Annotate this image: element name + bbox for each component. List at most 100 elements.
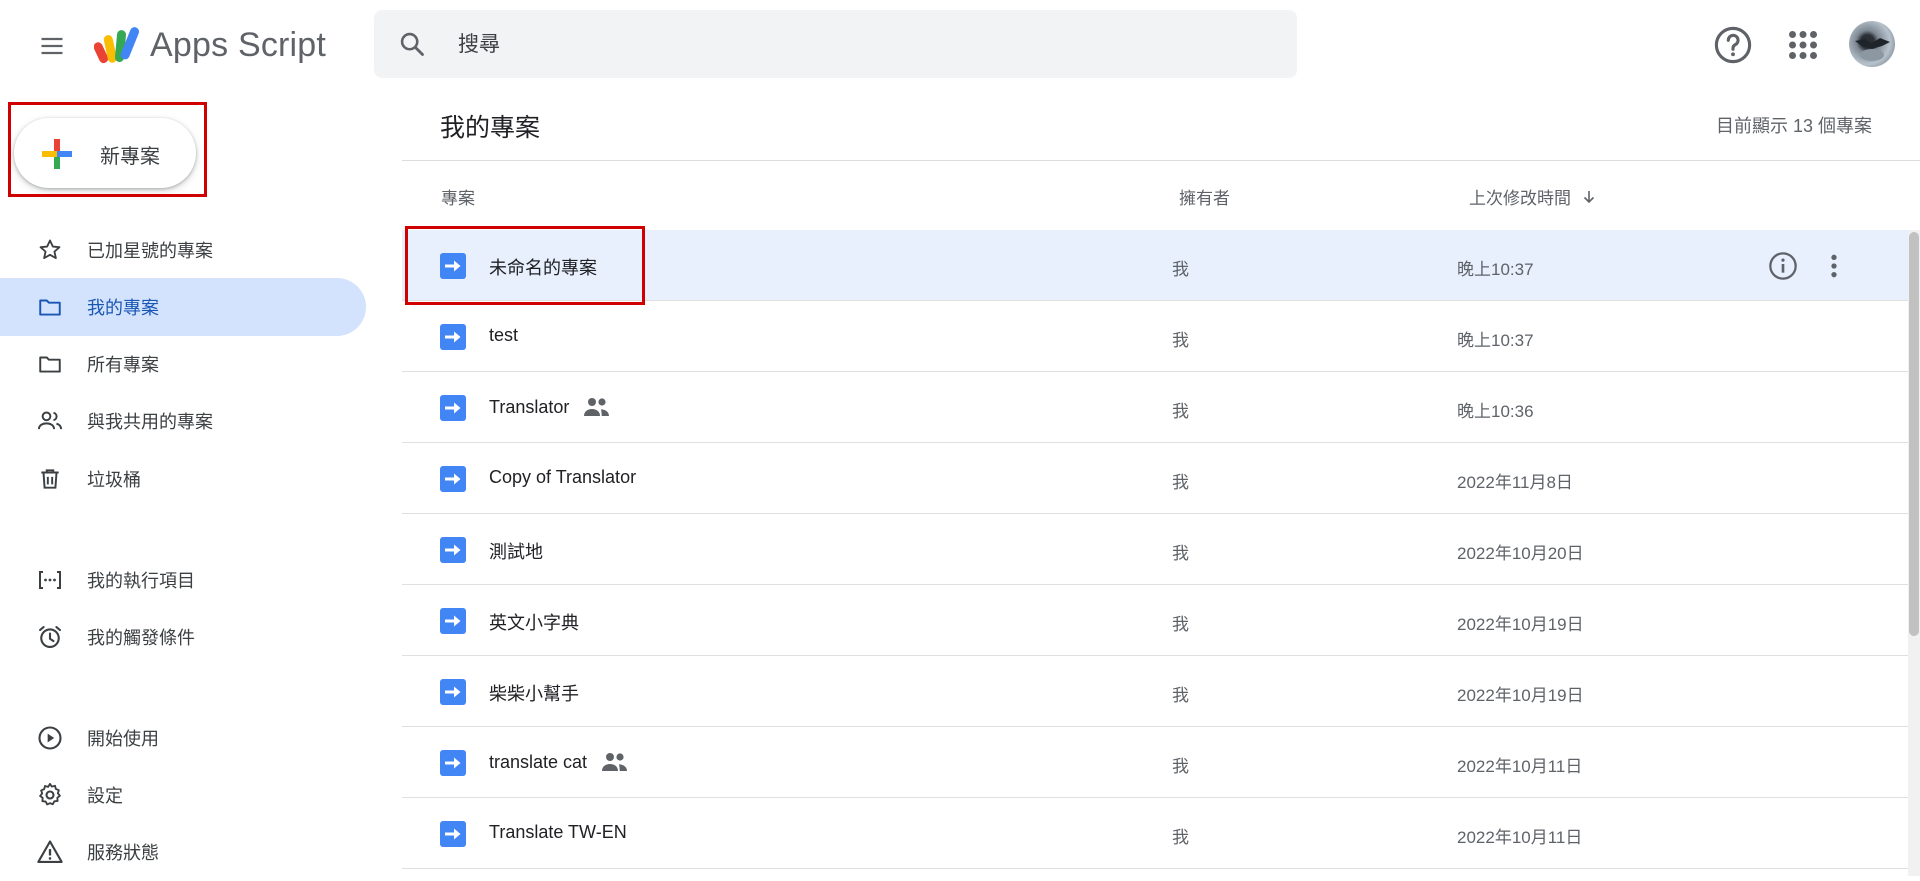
hamburger-icon: [41, 37, 63, 55]
more-options-button[interactable]: [1818, 250, 1850, 282]
owner-cell: 我: [1172, 757, 1189, 776]
owner-cell: 我: [1172, 686, 1189, 705]
script-file-icon: [440, 324, 466, 350]
table-row[interactable]: Copy of Translator 我 2022年11月8日: [402, 443, 1908, 514]
modified-cell: 2022年10月11日: [1457, 757, 1583, 776]
owner-cell: 我: [1172, 615, 1189, 634]
modified-cell: 2022年10月19日: [1457, 686, 1584, 705]
shared-people-icon: [601, 751, 629, 773]
script-file-icon: [440, 821, 466, 847]
project-list: 未命名的專案我晚上10:37 test 我晚上10:37 Translator 我晚上1…: [402, 230, 1908, 869]
table-row[interactable]: 柴柴小幫手 我 2022年10月19日: [402, 656, 1908, 727]
folder-icon: [36, 350, 64, 378]
project-name: Translate TW-EN: [489, 822, 627, 842]
main-menu-button[interactable]: [28, 22, 76, 70]
sidebar-item-get-started[interactable]: 開始使用: [0, 709, 366, 767]
project-name-cell[interactable]: test: [489, 325, 518, 346]
highlight-box: [405, 226, 645, 305]
project-name-cell[interactable]: Translator: [489, 396, 611, 418]
modified-cell: 2022年10月19日: [1457, 615, 1584, 634]
people-icon: [36, 407, 64, 435]
table-row[interactable]: translate cat 我 2022年10月11日: [402, 727, 1908, 798]
modified-cell: 晚上10:37: [1457, 260, 1534, 279]
project-name: 柴柴小幫手: [489, 684, 579, 704]
warning-icon: [36, 838, 64, 866]
owner-cell: 我: [1172, 331, 1189, 350]
project-name-cell[interactable]: Translate TW-EN: [489, 822, 627, 843]
sidebar-item-executions[interactable]: 我的執行項目: [0, 551, 366, 609]
script-file-icon: [440, 395, 466, 421]
sidebar-item-triggers[interactable]: 我的觸發條件: [0, 608, 366, 666]
sidebar-item-settings[interactable]: 設定: [0, 766, 366, 824]
more-vert-icon: [1831, 254, 1837, 278]
table-row[interactable]: Translate TW-EN 我 2022年10月11日: [402, 798, 1908, 869]
sidebar-item-label: 我的專案: [87, 298, 159, 318]
trash-icon: [36, 465, 64, 493]
search-bar[interactable]: [374, 10, 1297, 78]
account-avatar[interactable]: [1849, 21, 1895, 67]
star-icon: [36, 236, 64, 264]
table-row[interactable]: 英文小字典 我 2022年10月19日: [402, 585, 1908, 656]
page-title: 我的專案: [440, 114, 541, 142]
modified-cell: 2022年10月11日: [1457, 828, 1583, 847]
project-name: 英文小字典: [489, 613, 579, 633]
alarm-icon: [36, 623, 64, 651]
sidebar-item-shared[interactable]: 與我共用的專案: [0, 392, 366, 450]
project-name-cell[interactable]: Copy of Translator: [489, 467, 636, 488]
project-info-button[interactable]: [1767, 250, 1799, 282]
script-file-icon: [440, 466, 466, 492]
project-name-cell[interactable]: 測試地: [489, 538, 543, 564]
project-name: translate cat: [489, 751, 588, 772]
table-row[interactable]: 測試地 我 2022年10月20日: [402, 514, 1908, 585]
help-icon: [1714, 26, 1752, 64]
project-name-cell[interactable]: translate cat: [489, 751, 629, 773]
owner-cell: 我: [1172, 402, 1189, 421]
owner-cell: 我: [1172, 473, 1189, 492]
project-name: Copy of Translator: [489, 467, 637, 487]
gear-icon: [36, 781, 64, 809]
owner-cell: 我: [1172, 544, 1189, 563]
owner-cell: 我: [1172, 828, 1189, 847]
sidebar-item-all-projects[interactable]: 所有專案: [0, 335, 366, 393]
column-header-modified[interactable]: 上次修改時間: [1469, 184, 1597, 209]
script-file-icon: [440, 608, 466, 634]
sidebar-item-trash[interactable]: 垃圾桶: [0, 450, 366, 508]
table-row[interactable]: test 我 晚上10:37: [402, 301, 1908, 372]
modified-cell: 晚上10:36: [1457, 402, 1534, 421]
column-header-owner: 擁有者: [1179, 189, 1230, 208]
project-name-cell[interactable]: 柴柴小幫手: [489, 680, 579, 706]
info-icon: [1769, 252, 1797, 280]
sidebar-item-label: 開始使用: [87, 729, 159, 749]
scrollbar-thumb[interactable]: [1909, 232, 1919, 636]
play-circle-icon: [36, 724, 64, 752]
shared-people-icon: [583, 396, 611, 418]
project-name-cell[interactable]: 英文小字典: [489, 609, 579, 635]
apps-grid-icon: [1789, 31, 1817, 59]
modified-cell: 晚上10:37: [1457, 331, 1534, 350]
modified-cell: 2022年11月8日: [1457, 473, 1573, 492]
project-name: Translator: [489, 396, 570, 417]
script-file-icon: [440, 679, 466, 705]
owner-cell: 我: [1172, 260, 1189, 279]
sidebar-item-service-status[interactable]: 服務狀態: [0, 823, 366, 881]
sidebar-item-label: 我的觸發條件: [87, 628, 195, 648]
sidebar-item-label: 與我共用的專案: [87, 412, 213, 432]
divider: [402, 160, 1920, 161]
search-input[interactable]: [456, 24, 1260, 66]
apps-script-logo: [93, 22, 140, 66]
google-apps-button[interactable]: [1782, 24, 1824, 66]
app-title: Apps Script: [150, 26, 327, 64]
script-file-icon: [440, 750, 466, 776]
project-count: 目前顯示 13 個專案: [1716, 116, 1873, 136]
column-header-modified-label: 上次修改時間: [1469, 189, 1571, 208]
table-row[interactable]: Translator 我 晚上10:36: [402, 372, 1908, 443]
sort-arrow-down-icon: [1583, 190, 1595, 203]
highlight-box: [8, 102, 207, 197]
folder-icon: [36, 293, 64, 321]
sidebar-item-label: 所有專案: [87, 355, 159, 375]
sidebar-item-starred[interactable]: 已加星號的專案: [0, 221, 366, 279]
sidebar-item-label: 已加星號的專案: [87, 241, 213, 261]
search-icon[interactable]: [398, 30, 426, 58]
help-button[interactable]: [1712, 24, 1754, 66]
sidebar-item-my-projects[interactable]: 我的專案: [0, 278, 366, 336]
